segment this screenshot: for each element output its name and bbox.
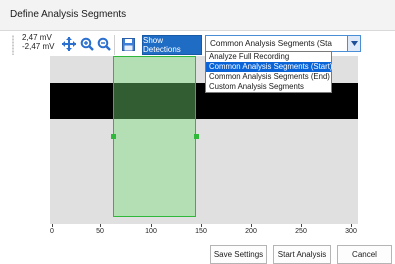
x-tick-label: 300 (345, 228, 357, 235)
x-tick-label: 200 (245, 228, 257, 235)
dropdown-option-full-recording[interactable]: Analyze Full Recording (206, 52, 331, 62)
window-title: Define Analysis Segments (10, 9, 127, 20)
combobox-value: Common Analysis Segments (Sta (210, 39, 332, 48)
x-tick-label: 250 (295, 228, 307, 235)
zoom-in-icon[interactable] (79, 36, 95, 52)
analysis-segment-selection[interactable] (113, 56, 196, 217)
dropdown-option-common-end[interactable]: Common Analysis Segments (End) (206, 72, 331, 82)
toolbar-separator (114, 35, 115, 55)
show-detections-button[interactable]: Show Detections (142, 35, 202, 55)
segments-dropdown-list: Analyze Full Recording Common Analysis S… (205, 51, 333, 93)
x-tick (201, 224, 202, 227)
x-tick (351, 224, 352, 227)
title-bar: Define Analysis Segments (0, 0, 395, 31)
x-tick-label: 50 (96, 228, 104, 235)
cancel-button[interactable]: Cancel (337, 245, 392, 264)
save-icon[interactable] (120, 36, 136, 52)
x-tick-label: 100 (145, 228, 157, 235)
start-analysis-button[interactable]: Start Analysis (273, 245, 331, 264)
chevron-down-icon[interactable] (347, 36, 360, 51)
x-tick-label: 150 (195, 228, 207, 235)
x-tick (151, 224, 152, 227)
segments-combobox[interactable]: Common Analysis Segments (Sta (205, 35, 361, 52)
save-settings-button[interactable]: Save Settings (210, 245, 267, 264)
dropdown-option-custom[interactable]: Custom Analysis Segments (206, 82, 331, 92)
dropdown-option-common-start[interactable]: Common Analysis Segments (Start) (206, 62, 333, 72)
x-tick (100, 224, 101, 227)
segment-start-handle[interactable] (111, 134, 116, 139)
zoom-out-icon[interactable] (96, 36, 112, 52)
x-axis: 0 50 100 150 200 250 300 (50, 224, 358, 238)
toolbar-grip[interactable] (12, 35, 14, 55)
x-tick (301, 224, 302, 227)
x-tick (251, 224, 252, 227)
pan-icon[interactable] (61, 36, 77, 52)
mv-top-label: 2,47 mV (22, 33, 52, 42)
x-tick-label: 0 (50, 228, 54, 235)
x-tick (52, 224, 53, 227)
segment-end-handle[interactable] (194, 134, 199, 139)
mv-bottom-label: -2,47 mV (22, 42, 55, 51)
